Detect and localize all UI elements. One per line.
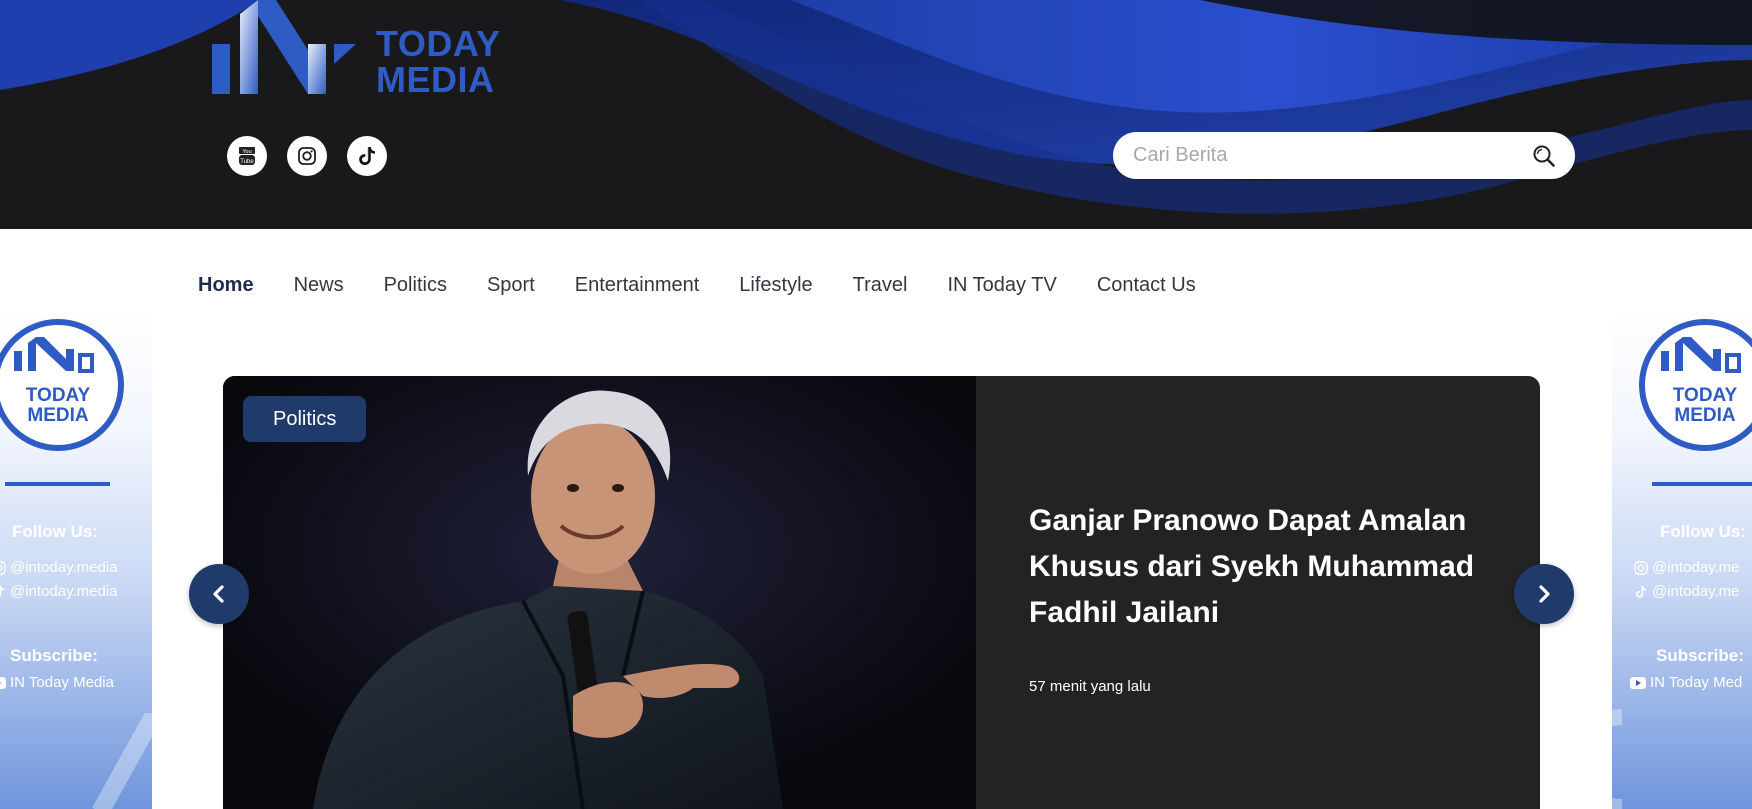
search-icon[interactable]	[1531, 144, 1557, 168]
nav-item-entertainment[interactable]: Entertainment	[575, 270, 700, 300]
banner-instagram-row: @intoday.media	[0, 559, 118, 576]
banner-logo-media: MEDIA	[1674, 405, 1736, 426]
banner-tiktok-handle: @intoday.me	[1652, 583, 1740, 600]
banner-divider	[5, 482, 110, 486]
nav-item-contact-us[interactable]: Contact Us	[1097, 270, 1196, 300]
nav-item-in-today-tv[interactable]: IN Today TV	[947, 270, 1056, 300]
chevron-right-icon	[1539, 585, 1550, 603]
svg-text:You: You	[242, 149, 251, 155]
banner-decor-shape	[1612, 709, 1623, 809]
banner-tiktok-row: @intoday.media	[0, 583, 118, 600]
search-input[interactable]	[1133, 132, 1513, 179]
nav-item-lifestyle[interactable]: Lifestyle	[739, 270, 812, 300]
banner-follow-heading: Follow Us:	[12, 522, 98, 541]
slider-prev-button[interactable]	[189, 564, 249, 624]
youtube-icon	[1630, 676, 1646, 689]
banner-follow-heading: Follow Us:	[1660, 522, 1746, 541]
svg-text:Tube: Tube	[240, 159, 254, 165]
banner-logo-today: TODAY	[1673, 385, 1738, 406]
left-side-banner[interactable]: TODAY MEDIA Follow Us: @intoday.media @i…	[0, 312, 152, 809]
banner-decor-shape	[92, 713, 152, 809]
right-side-banner[interactable]: TODAY MEDIA Follow Us: @intoday.me @into…	[1612, 312, 1752, 809]
logo-wordmark[interactable]: TODAY MEDIA	[376, 26, 501, 98]
banner-divider	[1652, 482, 1752, 486]
slider-next-button[interactable]	[1514, 564, 1574, 624]
instagram-icon	[0, 560, 6, 575]
category-badge[interactable]: Politics	[243, 396, 367, 442]
banner-logo-today: TODAY	[26, 385, 91, 406]
banner-instagram-handle: @intoday.media	[10, 559, 118, 576]
nav-item-sport[interactable]: Sport	[487, 270, 535, 300]
main-nav: Home News Politics Sport Entertainment L…	[198, 270, 1236, 300]
banner-instagram-handle: @intoday.me	[1652, 559, 1740, 576]
tiktok-icon	[0, 585, 4, 597]
banner-youtube-channel: IN Today Media	[10, 674, 114, 691]
banner-instagram-row: @intoday.me	[1634, 559, 1740, 576]
banner-tiktok-row: @intoday.me	[1634, 583, 1740, 600]
nav-item-home[interactable]: Home	[198, 270, 254, 300]
headline-title[interactable]: Ganjar Pranowo Dapat Amalan Khusus dari …	[1029, 498, 1499, 636]
banner-youtube-row: IN Today Media	[0, 674, 114, 691]
instagram-icon	[298, 147, 316, 165]
tiktok-icon	[359, 147, 375, 165]
banner-youtube-channel: IN Today Med	[1650, 674, 1743, 691]
headline-photo[interactable]: Politics	[223, 376, 976, 809]
banner-subscribe-heading: Subscribe:	[10, 646, 98, 665]
instagram-button[interactable]	[287, 136, 327, 176]
nav-item-travel[interactable]: Travel	[853, 270, 908, 300]
site-header: TODAY MEDIA You Tube	[0, 0, 1752, 229]
logo-line-today: TODAY	[376, 23, 501, 64]
banner-logo-media: MEDIA	[27, 405, 89, 426]
chevron-left-icon	[213, 585, 224, 603]
banner-subscribe-heading: Subscribe:	[1656, 646, 1744, 665]
tiktok-icon	[1636, 585, 1646, 598]
tiktok-button[interactable]	[347, 136, 387, 176]
banner-tiktok-handle: @intoday.media	[10, 583, 118, 600]
banner-logo-mark: TODAY MEDIA	[1639, 319, 1752, 451]
youtube-icon: You Tube	[239, 147, 255, 165]
youtube-button[interactable]: You Tube	[227, 136, 267, 176]
banner-logo-mark: TODAY MEDIA	[0, 319, 124, 451]
headline-slider[interactable]: Politics Ganjar Pranowo Dapat Amalan Khu…	[223, 376, 1540, 809]
youtube-icon	[0, 676, 6, 689]
nav-item-politics[interactable]: Politics	[384, 270, 447, 300]
headline-timestamp: 57 menit yang lalu	[1029, 678, 1151, 695]
logo-line-media: MEDIA	[376, 59, 495, 100]
banner-youtube-row: IN Today Med	[1630, 674, 1742, 691]
search-box[interactable]	[1113, 132, 1575, 179]
nav-item-news[interactable]: News	[294, 270, 344, 300]
instagram-icon	[1634, 560, 1648, 575]
